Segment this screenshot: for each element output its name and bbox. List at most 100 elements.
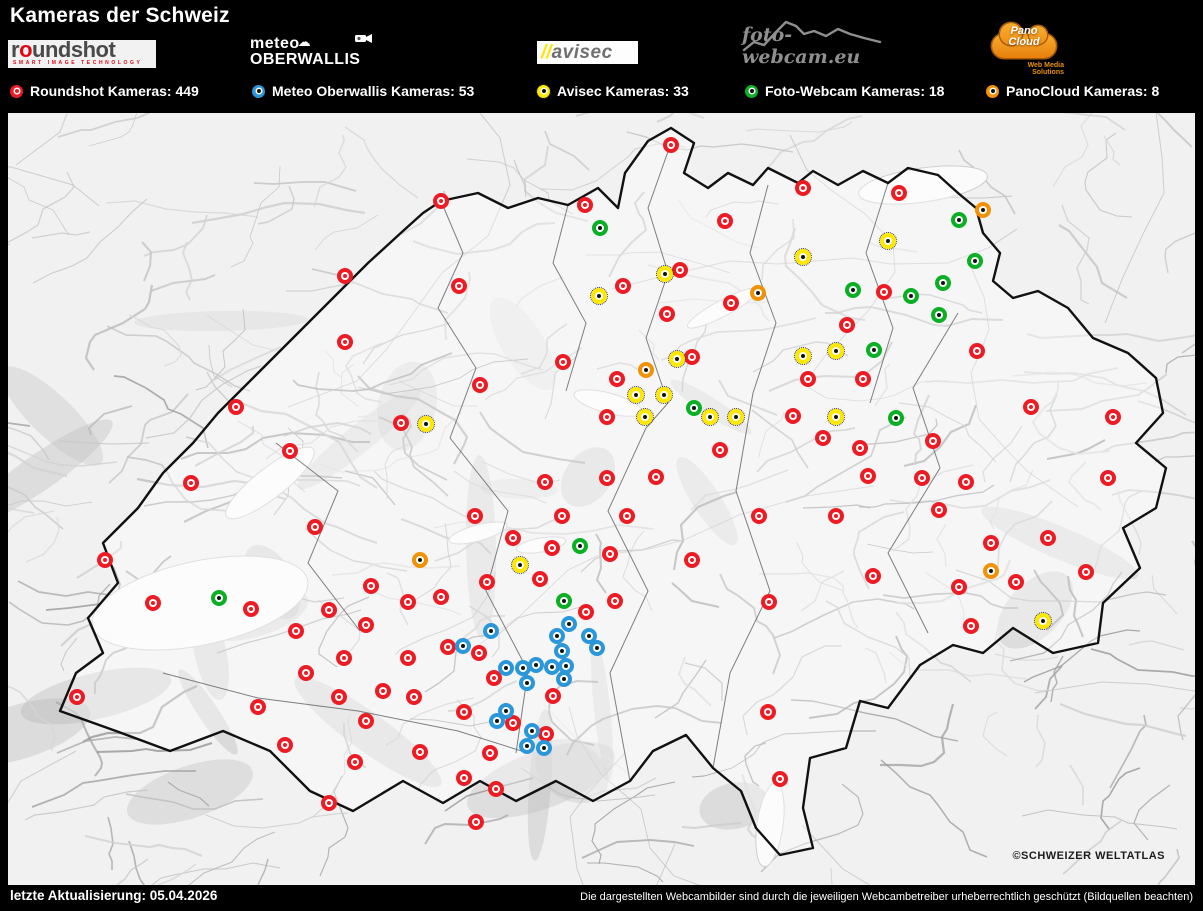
camera-marker[interactable] bbox=[97, 552, 113, 568]
camera-marker[interactable] bbox=[615, 278, 631, 294]
camera-marker[interactable] bbox=[145, 595, 161, 611]
camera-marker[interactable] bbox=[577, 197, 593, 213]
camera-marker[interactable] bbox=[951, 579, 967, 595]
camera-marker[interactable] bbox=[903, 288, 919, 304]
camera-marker[interactable] bbox=[363, 578, 379, 594]
camera-marker[interactable] bbox=[536, 740, 552, 756]
camera-marker[interactable] bbox=[561, 616, 577, 632]
camera-marker[interactable] bbox=[358, 713, 374, 729]
camera-marker[interactable] bbox=[855, 371, 871, 387]
camera-marker[interactable] bbox=[498, 660, 514, 676]
camera-marker[interactable] bbox=[860, 468, 876, 484]
camera-marker[interactable] bbox=[876, 284, 892, 300]
camera-marker[interactable] bbox=[845, 282, 861, 298]
camera-marker[interactable] bbox=[545, 688, 561, 704]
camera-marker[interactable] bbox=[795, 249, 811, 265]
avisec-logo[interactable]: //avisec bbox=[537, 41, 638, 64]
camera-marker[interactable] bbox=[347, 754, 363, 770]
camera-marker[interactable] bbox=[456, 770, 472, 786]
camera-marker[interactable] bbox=[891, 185, 907, 201]
camera-marker[interactable] bbox=[337, 268, 353, 284]
camera-marker[interactable] bbox=[433, 589, 449, 605]
camera-marker[interactable] bbox=[935, 275, 951, 291]
camera-marker[interactable] bbox=[555, 354, 571, 370]
camera-marker[interactable] bbox=[672, 262, 688, 278]
meteo-oberwallis-logo[interactable]: meteo☁ OBERWALLIS bbox=[250, 34, 380, 78]
camera-marker[interactable] bbox=[336, 650, 352, 666]
camera-marker[interactable] bbox=[544, 540, 560, 556]
camera-marker[interactable] bbox=[839, 317, 855, 333]
camera-marker[interactable] bbox=[852, 440, 868, 456]
camera-marker[interactable] bbox=[512, 557, 528, 573]
camera-marker[interactable] bbox=[1105, 409, 1121, 425]
foto-webcam-logo[interactable]: foto-webcam.eu bbox=[742, 12, 884, 70]
camera-marker[interactable] bbox=[684, 552, 700, 568]
camera-marker[interactable] bbox=[433, 193, 449, 209]
camera-marker[interactable] bbox=[524, 723, 540, 739]
camera-marker[interactable] bbox=[669, 351, 685, 367]
camera-marker[interactable] bbox=[1078, 564, 1094, 580]
camera-marker[interactable] bbox=[321, 602, 337, 618]
camera-marker[interactable] bbox=[400, 594, 416, 610]
camera-marker[interactable] bbox=[592, 220, 608, 236]
camera-marker[interactable] bbox=[375, 683, 391, 699]
camera-marker[interactable] bbox=[1023, 399, 1039, 415]
camera-marker[interactable] bbox=[723, 295, 739, 311]
camera-marker[interactable] bbox=[505, 530, 521, 546]
camera-marker[interactable] bbox=[659, 306, 675, 322]
camera-marker[interactable] bbox=[717, 213, 733, 229]
camera-marker[interactable] bbox=[663, 137, 679, 153]
camera-marker[interactable] bbox=[400, 650, 416, 666]
camera-marker[interactable] bbox=[467, 508, 483, 524]
camera-marker[interactable] bbox=[331, 689, 347, 705]
camera-marker[interactable] bbox=[958, 474, 974, 490]
camera-marker[interactable] bbox=[307, 519, 323, 535]
camera-marker[interactable] bbox=[456, 704, 472, 720]
camera-marker[interactable] bbox=[599, 470, 615, 486]
camera-marker[interactable] bbox=[728, 409, 744, 425]
camera-marker[interactable] bbox=[983, 563, 999, 579]
camera-marker[interactable] bbox=[638, 362, 654, 378]
camera-marker[interactable] bbox=[528, 657, 544, 673]
camera-marker[interactable] bbox=[554, 643, 570, 659]
camera-marker[interactable] bbox=[228, 399, 244, 415]
camera-marker[interactable] bbox=[183, 475, 199, 491]
camera-marker[interactable] bbox=[815, 430, 831, 446]
camera-marker[interactable] bbox=[931, 307, 947, 323]
camera-marker[interactable] bbox=[648, 469, 664, 485]
camera-marker[interactable] bbox=[556, 593, 572, 609]
roundshot-logo[interactable]: roundshot SMART IMAGE TECHNOLOGY bbox=[8, 40, 156, 68]
camera-marker[interactable] bbox=[451, 278, 467, 294]
camera-marker[interactable] bbox=[572, 538, 588, 554]
camera-marker[interactable] bbox=[519, 675, 535, 691]
camera-marker[interactable] bbox=[472, 377, 488, 393]
camera-marker[interactable] bbox=[599, 409, 615, 425]
camera-marker[interactable] bbox=[931, 502, 947, 518]
camera-marker[interactable] bbox=[468, 814, 484, 830]
camera-marker[interactable] bbox=[519, 738, 535, 754]
camera-marker[interactable] bbox=[656, 387, 672, 403]
camera-marker[interactable] bbox=[440, 639, 456, 655]
camera-marker[interactable] bbox=[1040, 530, 1056, 546]
camera-marker[interactable] bbox=[282, 443, 298, 459]
camera-marker[interactable] bbox=[983, 535, 999, 551]
camera-marker[interactable] bbox=[69, 689, 85, 705]
camera-marker[interactable] bbox=[578, 604, 594, 620]
camera-marker[interactable] bbox=[298, 665, 314, 681]
camera-marker[interactable] bbox=[712, 442, 728, 458]
panocloud-logo[interactable]: Pano Cloud Web Media Solutions bbox=[986, 24, 1078, 76]
camera-marker[interactable] bbox=[554, 508, 570, 524]
camera-marker[interactable] bbox=[412, 552, 428, 568]
camera-marker[interactable] bbox=[795, 180, 811, 196]
camera-marker[interactable] bbox=[418, 416, 434, 432]
camera-marker[interactable] bbox=[471, 645, 487, 661]
camera-marker[interactable] bbox=[684, 349, 700, 365]
camera-marker[interactable] bbox=[888, 410, 904, 426]
camera-marker[interactable] bbox=[914, 470, 930, 486]
camera-marker[interactable] bbox=[483, 623, 499, 639]
camera-marker[interactable] bbox=[828, 508, 844, 524]
camera-marker[interactable] bbox=[321, 795, 337, 811]
camera-marker[interactable] bbox=[619, 508, 635, 524]
camera-marker[interactable] bbox=[591, 288, 607, 304]
camera-marker[interactable] bbox=[532, 571, 548, 587]
